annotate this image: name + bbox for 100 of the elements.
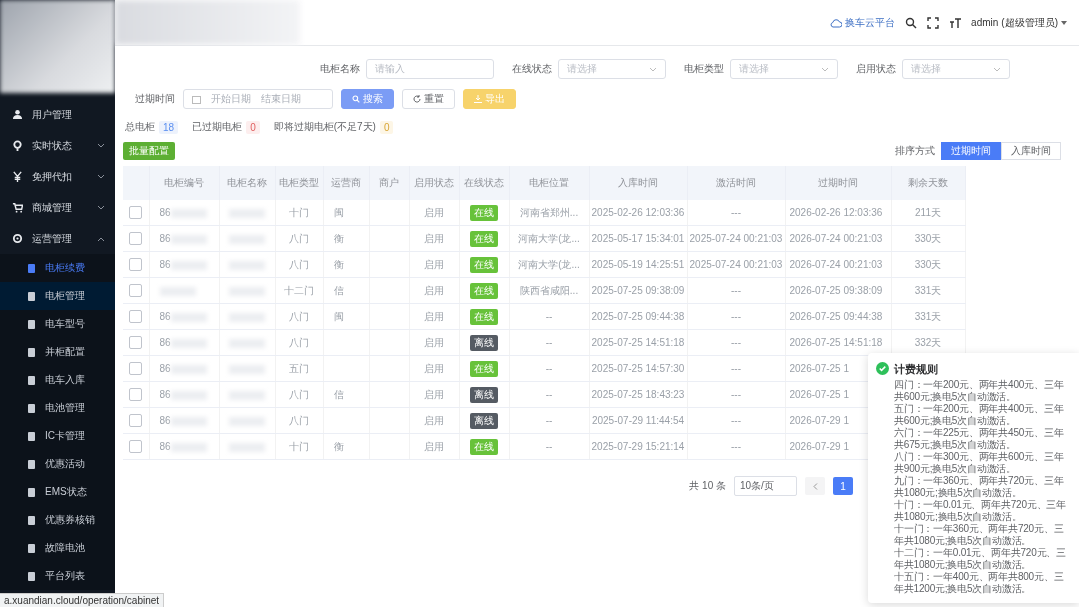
- row-checkbox[interactable]: [129, 362, 143, 375]
- table-cell: 86: [159, 337, 171, 348]
- row-checkbox[interactable]: [129, 232, 143, 245]
- table-cell: 启用: [409, 381, 459, 408]
- table-cell: 启用: [409, 225, 459, 252]
- table-cell: 2025-07-25 09:44:38: [589, 303, 687, 330]
- sidebar-subitem[interactable]: 并柜配置: [0, 338, 115, 366]
- document-icon: [28, 403, 35, 413]
- table-cell: --: [509, 329, 589, 356]
- table-cell: 启用: [409, 433, 459, 460]
- page-size-select[interactable]: 10条/页: [734, 476, 797, 496]
- table-cell: --: [509, 303, 589, 330]
- status-tag: 在线: [470, 204, 498, 221]
- sidebar-subitem[interactable]: 电池管理: [0, 394, 115, 422]
- fullscreen-icon[interactable]: [927, 16, 940, 29]
- table-cell: ---: [687, 303, 785, 330]
- sidebar-item[interactable]: 用户管理: [0, 99, 115, 130]
- reset-button[interactable]: 重置: [402, 89, 455, 109]
- notification-text: 十门：一年0.01元、两年共720元、三年共1080元;换电5次自动激活。: [894, 499, 1067, 523]
- table-cell: 86: [159, 363, 171, 374]
- sidebar-subitem[interactable]: 故障电池: [0, 534, 115, 562]
- sort-label: 排序方式: [895, 144, 935, 158]
- notification-text: 九门：一年360元、两年共720元、三年共1080元;换电5次自动激活。: [894, 475, 1065, 499]
- document-icon: [28, 347, 35, 357]
- notification-text: 十五门：一年400元、两年共800元、三年共1200元;换电5次自动激活。: [894, 571, 1065, 595]
- platform-link[interactable]: 换车云平台: [830, 15, 896, 30]
- refresh-icon: [413, 95, 421, 103]
- sidebar-subitem[interactable]: IC卡管理: [0, 422, 115, 450]
- row-checkbox[interactable]: [129, 258, 143, 271]
- filter-label: 过期时间: [135, 92, 175, 106]
- download-icon: [474, 95, 482, 103]
- user-icon: [12, 109, 23, 120]
- row-checkbox[interactable]: [129, 336, 143, 349]
- user-menu[interactable]: admin (超级管理员): [971, 15, 1067, 30]
- table-cell: 2026-07-25 09:38:09: [785, 277, 891, 304]
- yen-icon: [12, 171, 23, 182]
- sidebar-item[interactable]: 免押代扣: [0, 161, 115, 192]
- table-cell: 启用: [409, 251, 459, 278]
- table-cell: --: [509, 355, 589, 382]
- row-checkbox[interactable]: [129, 440, 143, 453]
- status-tag: 在线: [470, 438, 498, 455]
- count-label: 总电柜: [125, 120, 155, 134]
- table-cell: ---: [687, 200, 785, 226]
- document-icon: [28, 263, 35, 273]
- sidebar-subitem[interactable]: EMS状态: [0, 478, 115, 506]
- sidebar-item[interactable]: 运营管理: [0, 223, 115, 254]
- sidebar-item[interactable]: 实时状态: [0, 130, 115, 161]
- table-cell: 2025-05-17 15:34:01: [589, 225, 687, 252]
- row-checkbox[interactable]: [129, 206, 143, 219]
- column-header: 电柜名称: [219, 166, 275, 200]
- font-size-icon[interactable]: [949, 16, 962, 29]
- document-icon: [28, 431, 35, 441]
- sidebar-subitem[interactable]: 优惠活动: [0, 450, 115, 478]
- filter-label: 电柜名称: [320, 62, 360, 76]
- column-header: 电柜位置: [509, 166, 589, 200]
- previous-page-button[interactable]: [805, 477, 825, 495]
- cart-icon: [12, 202, 23, 213]
- table-cell: 86: [159, 311, 171, 322]
- status-tag: 离线: [470, 386, 498, 403]
- table-cell: 闽: [333, 310, 344, 322]
- table-cell: 86: [159, 389, 171, 400]
- document-icon: [28, 291, 35, 301]
- status-url: a.xuandian.cloud/operation/cabinet: [0, 593, 165, 607]
- sidebar-subitem[interactable]: 优惠券核销: [0, 506, 115, 534]
- sidebar-subitem[interactable]: 电车入库: [0, 366, 115, 394]
- table-cell: 2025-07-24 00:21:03: [687, 225, 785, 252]
- sidebar-subitem[interactable]: 电柜续费: [0, 254, 115, 282]
- notification-text: 十二门：一年0.01元、两年共720元、三年共1080元;换电5次自动激活。: [894, 547, 1067, 571]
- table-cell: 2025-02-26 12:03:36: [589, 200, 687, 226]
- row-checkbox[interactable]: [129, 388, 143, 401]
- table-cell: 86: [159, 233, 171, 244]
- row-checkbox[interactable]: [129, 284, 143, 297]
- table-cell: 河南大学(龙...: [509, 225, 589, 252]
- search-icon[interactable]: [905, 16, 918, 29]
- table-cell: 2025-07-24 00:21:03: [687, 251, 785, 278]
- table-cell: ---: [687, 381, 785, 408]
- table-cell: 八门: [275, 225, 323, 252]
- status-tag: 在线: [470, 360, 498, 377]
- status-tag: 在线: [470, 230, 498, 247]
- document-icon: [28, 375, 35, 385]
- sidebar-subitem[interactable]: 电车型号: [0, 310, 115, 338]
- table-cell: 八门: [275, 381, 323, 408]
- notification-title: 计费规则: [894, 362, 939, 377]
- table-cell: 330天: [914, 232, 942, 244]
- sidebar-subitem[interactable]: 平台列表: [0, 562, 115, 590]
- sort-option[interactable]: 入库时间: [1001, 142, 1061, 160]
- status-tag: 离线: [470, 334, 498, 351]
- table-cell: 332天: [914, 336, 942, 348]
- row-checkbox[interactable]: [129, 414, 143, 427]
- document-icon: [28, 515, 35, 525]
- row-checkbox[interactable]: [129, 310, 143, 323]
- sidebar-item[interactable]: 商城管理: [0, 192, 115, 223]
- document-icon: [28, 571, 35, 581]
- check-circle-icon: [876, 362, 889, 375]
- sidebar-subitem[interactable]: 电柜管理: [0, 282, 115, 310]
- table-cell: 启用: [409, 407, 459, 434]
- page-button[interactable]: 1: [833, 477, 853, 495]
- sort-option[interactable]: 过期时间: [941, 142, 1001, 160]
- table-cell: ---: [687, 355, 785, 382]
- status-tag: 在线: [470, 282, 498, 299]
